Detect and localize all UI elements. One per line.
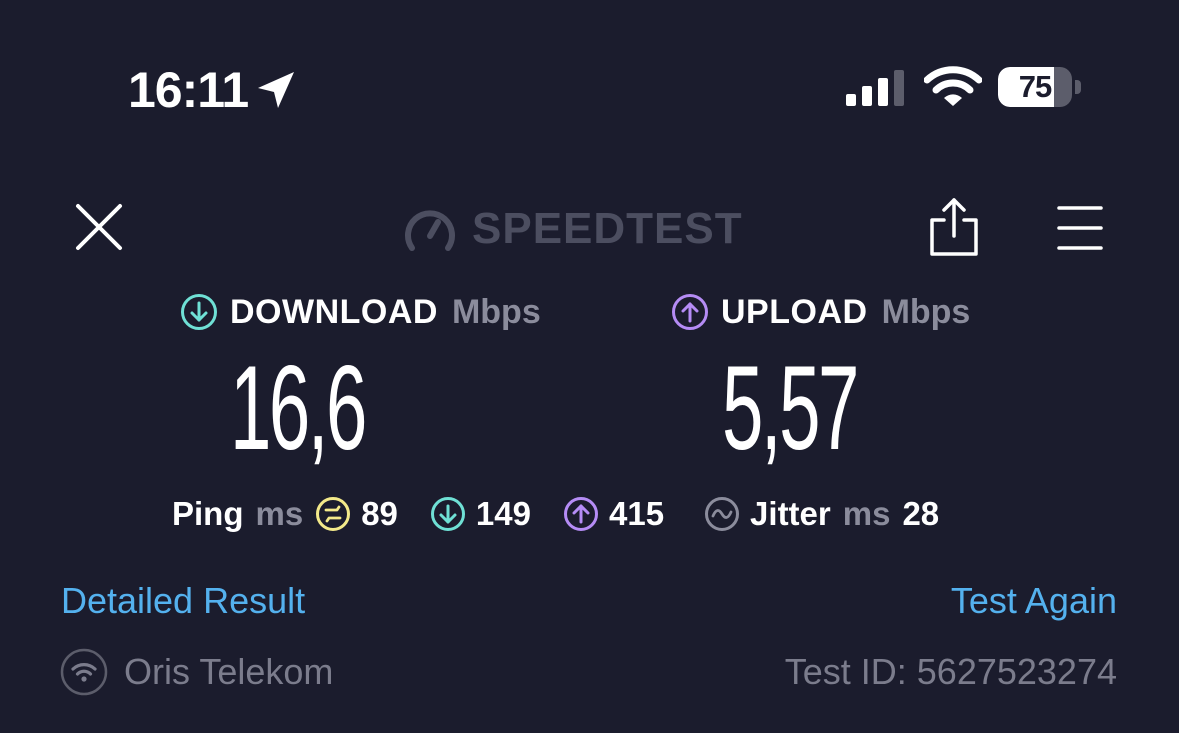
battery-icon: 75 (998, 67, 1084, 109)
upload-label: UPLOAD (721, 292, 868, 331)
ping-download-icon (430, 497, 465, 531)
battery-percent: 75 (1018, 69, 1052, 104)
provider-name: Oris Telekom (124, 651, 334, 692)
close-icon (76, 204, 122, 250)
download-unit: Mbps (451, 292, 541, 331)
ping-jitter-row: Ping ms 89 149 415 Jitter ms 28 (172, 492, 939, 536)
jitter-unit: ms (842, 495, 891, 532)
share-button[interactable] (926, 196, 982, 260)
status-bar-time: 16:11 (128, 62, 249, 118)
upload-arrow-icon (672, 294, 708, 330)
close-button[interactable] (72, 200, 126, 254)
detailed-result-link[interactable]: Detailed Result (61, 578, 305, 624)
battery-shell: 75 (998, 67, 1072, 107)
download-arrow-icon (181, 294, 217, 330)
jitter-icon (705, 497, 740, 531)
menu-icon (1057, 206, 1103, 250)
speedtest-logo: SPEEDTEST (404, 204, 776, 254)
wifi-icon (924, 66, 982, 106)
download-label: DOWNLOAD (230, 292, 438, 331)
jitter-value: 28 (902, 495, 940, 532)
wifi-connection-icon (60, 648, 108, 696)
battery-cap (1075, 80, 1081, 94)
share-icon (930, 198, 978, 256)
download-header: DOWNLOAD Mbps (180, 290, 541, 334)
location-arrow-icon (258, 72, 294, 108)
download-value: 16,6 (230, 341, 367, 475)
cellular-signal-icon (846, 70, 904, 106)
test-again-link[interactable]: Test Again (951, 578, 1117, 624)
jitter-label: Jitter (750, 495, 831, 532)
ping-download-value: 149 (475, 495, 531, 532)
ping-upload-icon (563, 497, 598, 531)
speedtest-result-screen: 16:11 75 SPEEDTEST DOWNLOAD Mbps 16,6 UP… (0, 0, 1179, 733)
ping-unit: ms (255, 495, 304, 532)
upload-unit: Mbps (881, 292, 971, 331)
speedtest-gauge-icon (405, 210, 455, 251)
test-id: Test ID: 5627523274 (784, 651, 1117, 692)
idle-ping-icon (316, 497, 351, 531)
menu-button[interactable] (1056, 204, 1104, 252)
upload-header: UPLOAD Mbps (671, 290, 970, 334)
upload-value: 5,57 (722, 341, 859, 475)
ping-idle-value: 89 (361, 495, 398, 532)
provider-info: Oris Telekom (60, 648, 333, 696)
ping-label: Ping (172, 495, 244, 532)
ping-upload-value: 415 (608, 495, 665, 532)
speedtest-wordmark: SPEEDTEST (472, 204, 743, 253)
